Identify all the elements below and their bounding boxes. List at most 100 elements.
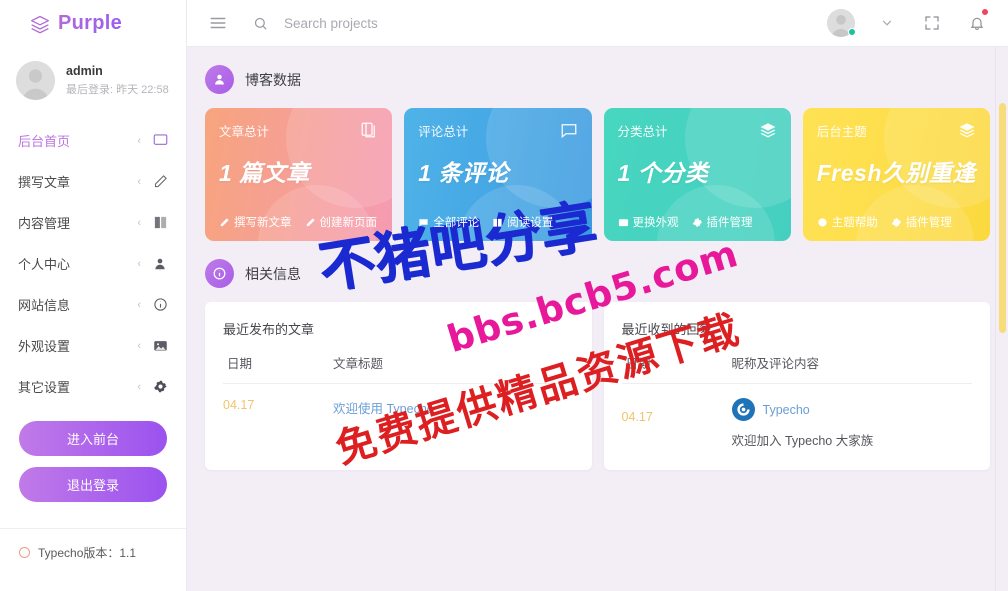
version-info: Typecho版本：1.1 — [0, 528, 186, 561]
chevron-left-icon: ‹ — [137, 298, 141, 311]
sidebar-item-dashboard[interactable]: 后台首页 ‹ — [0, 120, 186, 161]
sidebar-item-label: 个人中心 — [18, 257, 71, 272]
table-row: 04.17 Typecho 欢迎加入 Typecho 大家族 — [622, 384, 973, 450]
sidebar-item-write[interactable]: 撰写文章 ‹ — [0, 161, 186, 202]
card-link-label: 撰写新文章 — [234, 217, 292, 229]
panel-recent-comments: 最近收到的回复 日期 昵称及评论内容 04.17 Typecho 欢迎加入 Ty… — [603, 302, 990, 470]
section-blog-data-header: 博客数据 — [205, 65, 990, 94]
sidebar-item-site-info[interactable]: 网站信息 ‹ — [0, 284, 186, 325]
sidebar-nav: 后台首页 ‹ 撰写文章 ‹ 内容管理 ‹ 个人中心 ‹ 网站信息 ‹ 外观设置 … — [0, 120, 186, 407]
decorative-blob — [457, 185, 576, 241]
search-area — [247, 10, 811, 36]
comment-author[interactable]: Typecho — [763, 403, 810, 417]
card-label: 分类总计 — [617, 125, 668, 139]
user-last-login: 最后登录: 昨天 22:58 — [66, 84, 169, 96]
decorative-blob — [656, 185, 775, 241]
decorative-blob — [258, 185, 377, 241]
card-link-theme-help[interactable]: 主题帮助 — [817, 214, 878, 230]
card-link-label: 更换外观 — [632, 217, 679, 229]
chevron-left-icon: ‹ — [137, 175, 141, 188]
table-header-row: 日期 文章标题 — [223, 353, 574, 384]
stat-card-categories[interactable]: 分类总计 1 个分类 更换外观 插件管理 — [603, 108, 791, 241]
card-link-reading-settings[interactable]: 阅读设置 — [492, 214, 553, 230]
sidebar-item-other-settings[interactable]: 其它设置 ‹ — [0, 366, 186, 407]
image-icon — [152, 338, 168, 354]
sidebar-item-appearance[interactable]: 外观设置 ‹ — [0, 325, 186, 366]
panel-recent-posts: 最近发布的文章 日期 文章标题 04.17 欢迎使用 Typecho — [205, 302, 592, 470]
panel-title: 最近发布的文章 — [223, 322, 315, 337]
search-input[interactable] — [284, 15, 544, 31]
search-icon[interactable] — [247, 10, 273, 36]
topbar-avatar[interactable] — [827, 9, 856, 37]
info-icon — [152, 297, 168, 313]
card-link-label: 阅读设置 — [507, 217, 554, 229]
chevron-left-icon: ‹ — [137, 380, 141, 393]
layers-icon — [759, 121, 777, 144]
sidebar: Purple admin 最后登录: 昨天 22:58 后台首页 ‹ 撰写文章 … — [0, 0, 187, 591]
card-link-label: 插件管理 — [706, 217, 753, 229]
column-header-author-content: 昵称及评论内容 — [731, 353, 972, 384]
fullscreen-icon[interactable] — [919, 10, 945, 36]
chevron-down-icon[interactable] — [874, 10, 900, 36]
sidebar-item-label: 内容管理 — [18, 216, 71, 231]
app-root: Purple admin 最后登录: 昨天 22:58 后台首页 ‹ 撰写文章 … — [0, 0, 1008, 591]
info-panels: 最近发布的文章 日期 文章标题 04.17 欢迎使用 Typecho 最近收到的… — [205, 302, 990, 470]
card-link-write-post[interactable]: 撰写新文章 — [219, 214, 292, 230]
cell-date: 04.17 — [223, 398, 255, 412]
cell-comment: Typecho 欢迎加入 Typecho 大家族 — [731, 384, 973, 450]
brand-logo[interactable]: Purple — [0, 0, 186, 47]
column-header-date: 日期 — [223, 353, 333, 384]
go-to-frontend-button[interactable]: 进入前台 — [19, 421, 167, 456]
section-title: 博客数据 — [245, 71, 301, 88]
card-link-label: 插件管理 — [905, 217, 952, 229]
card-link-all-comments[interactable]: 全部评论 — [418, 214, 479, 230]
cell-post-title[interactable]: 欢迎使用 Typecho — [333, 384, 574, 418]
card-label: 评论总计 — [418, 125, 469, 139]
chevron-left-icon: ‹ — [137, 339, 141, 352]
sidebar-item-label: 外观设置 — [18, 339, 71, 354]
sidebar-item-profile[interactable]: 个人中心 ‹ — [0, 243, 186, 284]
sidebar-user[interactable]: admin 最后登录: 昨天 22:58 — [0, 47, 186, 114]
user-circle-icon — [205, 65, 234, 94]
user-icon — [152, 256, 168, 272]
vertical-scrollbar[interactable] — [995, 47, 1008, 591]
sidebar-item-label: 其它设置 — [18, 380, 71, 395]
user-name: admin — [66, 64, 103, 78]
card-label: 后台主题 — [816, 125, 867, 139]
sidebar-item-label: 网站信息 — [18, 298, 71, 313]
card-link-create-page[interactable]: 创建新页面 — [305, 214, 378, 230]
card-link-label: 创建新页面 — [319, 217, 378, 229]
stat-card-theme[interactable]: 后台主题 Fresh久别重逢 主题帮助 插件管理 — [802, 108, 990, 241]
card-value: Fresh久别重逢 — [816, 160, 976, 186]
bell-icon[interactable] — [964, 9, 990, 36]
main-area: 博客数据 文章总计 1 篇文章 — [187, 0, 1008, 591]
stat-card-posts[interactable]: 文章总计 1 篇文章 撰写新文章 创建新页面 — [205, 108, 393, 241]
online-status-dot — [848, 28, 856, 36]
card-link-plugin-manage[interactable]: 插件管理 — [692, 214, 753, 230]
card-link-label: 主题帮助 — [831, 217, 878, 229]
card-value: 1 个分类 — [617, 160, 709, 186]
layers-icon — [958, 121, 976, 144]
layers-icon — [30, 14, 50, 34]
card-value: 1 篇文章 — [219, 160, 310, 186]
recent-comments-table: 日期 昵称及评论内容 04.17 Typecho 欢迎加入 Typecho 大家… — [621, 353, 973, 450]
version-label: Typecho版本：1.1 — [38, 546, 137, 560]
sidebar-item-content[interactable]: 内容管理 ‹ — [0, 202, 186, 243]
logout-button[interactable]: 退出登录 — [19, 467, 167, 502]
scrollbar-thumb[interactable] — [999, 103, 1006, 333]
card-link-plugin-manage[interactable]: 插件管理 — [891, 214, 952, 230]
recent-posts-table: 日期 文章标题 04.17 欢迎使用 Typecho — [223, 353, 574, 417]
table-header-row: 日期 昵称及评论内容 — [621, 353, 972, 384]
comment-icon — [560, 121, 578, 144]
card-link-change-theme[interactable]: 更换外观 — [618, 214, 679, 230]
gear-icon — [152, 379, 168, 395]
sidebar-item-label: 后台首页 — [18, 134, 71, 149]
typecho-logo-icon — [731, 398, 755, 421]
hamburger-icon[interactable] — [205, 10, 231, 36]
section-title: 相关信息 — [245, 265, 301, 282]
book-icon — [152, 215, 168, 231]
stat-card-comments[interactable]: 评论总计 1 条评论 全部评论 阅读设置 — [404, 108, 592, 241]
chevron-left-icon: ‹ — [137, 216, 141, 229]
card-link-label: 全部评论 — [433, 217, 480, 229]
decorative-blob — [856, 185, 974, 241]
